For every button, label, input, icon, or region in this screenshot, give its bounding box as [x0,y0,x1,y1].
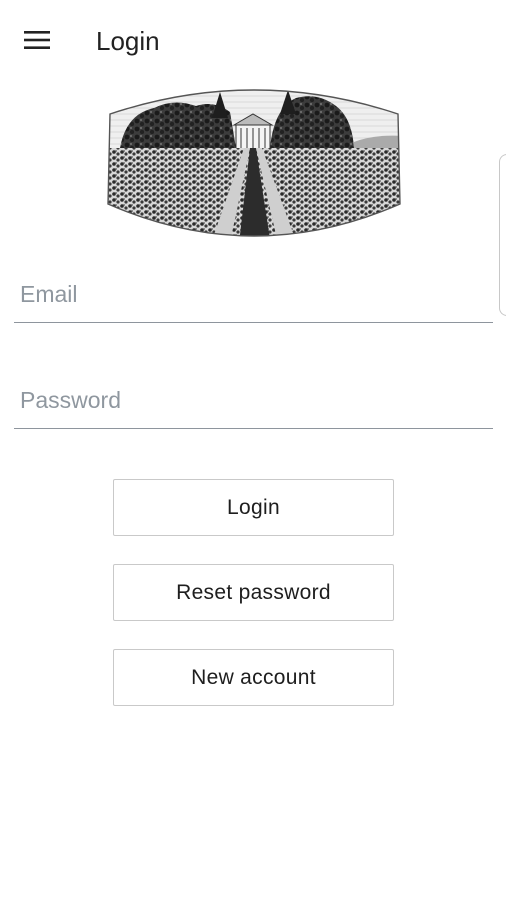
hamburger-menu-icon [24,31,50,49]
new-account-button[interactable]: New account [113,649,394,706]
login-screen: Login Email Login Reset password New acc… [0,0,506,900]
page-title: Login [96,26,160,56]
reset-password-button[interactable]: Reset password [113,564,394,621]
email-input[interactable] [20,281,480,308]
plantation-engraving-logo [107,89,401,237]
side-drawer-handle[interactable] [499,154,506,316]
password-field[interactable] [14,366,493,429]
menu-button[interactable] [14,20,60,60]
password-input[interactable] [20,387,480,414]
app-bar: Login [0,0,506,84]
email-field[interactable] [14,260,493,323]
login-button[interactable]: Login [113,479,394,536]
